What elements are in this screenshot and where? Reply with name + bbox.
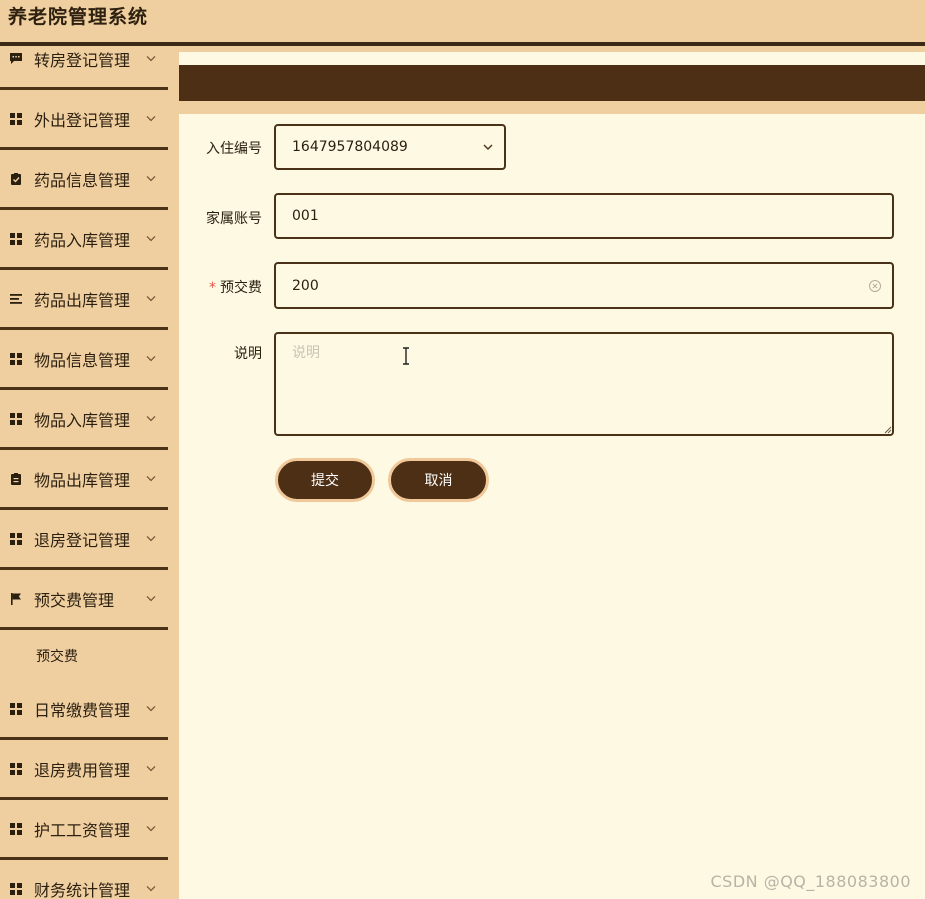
chevron-down-icon (146, 885, 156, 891)
sidebar-item-finance-stats[interactable]: 财务统计管理 (0, 860, 168, 899)
sidebar-item-room-transfer[interactable]: 转房登记管理 (0, 46, 168, 90)
clipboard-check-icon (11, 172, 21, 185)
sidebar-item-label: 退房登记管理 (34, 530, 131, 550)
breadcrumb-underline (179, 101, 925, 114)
sidebar-item-label: 日常缴费管理 (34, 700, 131, 720)
comment-icon (10, 52, 22, 64)
sidebar-item-checkout-fee[interactable]: 退房费用管理 (0, 740, 168, 800)
sidebar-item-medicine-info[interactable]: 药品信息管理 (0, 150, 168, 210)
cancel-button[interactable]: 取消 (388, 458, 489, 502)
sidebar-item-label: 退房费用管理 (34, 760, 131, 780)
grid-icon (10, 882, 22, 895)
chevron-down-icon (146, 825, 156, 831)
grid-icon (10, 532, 22, 545)
chevron-down-icon (146, 175, 156, 181)
family-account-label: 家属账号 (206, 211, 262, 227)
sidebar-item-label: 外出登记管理 (34, 110, 131, 130)
remark-textarea[interactable] (274, 332, 894, 436)
grid-icon (10, 702, 22, 715)
sidebar-item-goods-outbound[interactable]: 物品出库管理 (0, 450, 168, 510)
main-content: 入住编号 1647957804089 家属账号 001 * 预交费 200 说明 … (179, 46, 925, 899)
sidebar-item-caregiver-salary[interactable]: 护工工资管理 (0, 800, 168, 860)
chevron-down-icon (146, 765, 156, 771)
sidebar-item-medicine-outbound[interactable]: 药品出库管理 (0, 270, 168, 330)
resize-grip-icon[interactable] (882, 424, 892, 434)
sidebar-item-outing[interactable]: 外出登记管理 (0, 90, 168, 150)
chevron-down-icon (146, 355, 156, 361)
sidebar-item-daily-payment[interactable]: 日常缴费管理 (0, 680, 168, 740)
sidebar-item-label: 护工工资管理 (34, 820, 131, 840)
sidebar: 转房登记管理 外出登记管理 药品信息管理 药品入库管理 药品出库管理 物品信息管… (0, 46, 179, 899)
chevron-down-icon (483, 144, 493, 150)
grid-icon (10, 412, 22, 425)
chevron-down-icon (146, 295, 156, 301)
text-cursor-icon (403, 347, 409, 365)
clear-icon[interactable] (868, 279, 882, 293)
chevron-down-icon (146, 235, 156, 241)
sidebar-item-label: 药品入库管理 (34, 230, 131, 250)
sidebar-item-label: 物品信息管理 (34, 350, 131, 370)
app-title: 养老院管理系统 (8, 6, 149, 28)
checkin-no-label: 入住编号 (206, 141, 262, 157)
grid-icon (10, 352, 22, 365)
grid-icon (10, 232, 22, 245)
submit-button[interactable]: 提交 (275, 458, 375, 502)
chevron-down-icon (146, 475, 156, 481)
sidebar-item-checkout[interactable]: 退房登记管理 (0, 510, 168, 570)
family-account-value: 001 (292, 208, 319, 224)
remark-label: 说明 (234, 346, 262, 362)
list-icon (10, 293, 22, 304)
top-bar: 养老院管理系统 (0, 0, 925, 46)
main-band-padding (179, 52, 925, 65)
sidebar-subitem-prepay[interactable]: 预交费 (0, 630, 168, 682)
prepay-value: 200 (292, 277, 319, 294)
sidebar-item-medicine-inbound[interactable]: 药品入库管理 (0, 210, 168, 270)
grid-icon (10, 822, 22, 835)
chevron-down-icon (146, 55, 156, 61)
chevron-down-icon (146, 705, 156, 711)
checkin-no-value: 1647957804089 (292, 139, 408, 155)
family-account-input[interactable]: 001 (274, 193, 894, 239)
sidebar-item-label: 预交费管理 (34, 590, 115, 610)
chevron-down-icon (146, 415, 156, 421)
required-mark: * (209, 280, 216, 296)
sidebar-item-prepay[interactable]: 预交费管理 (0, 570, 168, 630)
sidebar-item-goods-info[interactable]: 物品信息管理 (0, 330, 168, 390)
prepay-input[interactable]: 200 (274, 262, 894, 309)
watermark: CSDN @QQ_188083800 (710, 872, 911, 891)
grid-icon (10, 762, 22, 775)
sidebar-item-label: 药品出库管理 (34, 290, 131, 310)
sidebar-item-label: 财务统计管理 (34, 880, 131, 899)
sidebar-item-label: 药品信息管理 (34, 170, 131, 190)
chevron-up-icon (146, 595, 156, 601)
flag-icon (11, 592, 21, 605)
sidebar-item-label: 物品出库管理 (34, 470, 131, 490)
clipboard-icon (11, 472, 21, 485)
sidebar-item-label: 物品入库管理 (34, 410, 131, 430)
sidebar-item-goods-inbound[interactable]: 物品入库管理 (0, 390, 168, 450)
checkin-no-select[interactable]: 1647957804089 (274, 124, 506, 170)
sidebar-subitem-label: 预交费 (36, 649, 78, 665)
chevron-down-icon (146, 115, 156, 121)
breadcrumb-bar (179, 65, 925, 101)
prepay-label-text: 预交费 (220, 280, 262, 296)
prepay-label: * 预交费 (172, 277, 262, 297)
sidebar-item-label: 转房登记管理 (34, 50, 131, 70)
grid-icon (10, 112, 22, 125)
chevron-down-icon (146, 535, 156, 541)
